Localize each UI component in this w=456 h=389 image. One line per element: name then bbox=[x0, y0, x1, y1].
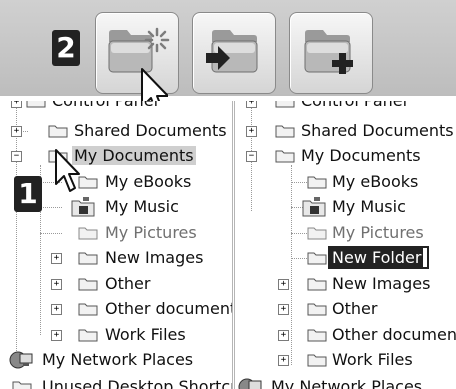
toolbar: 2 bbox=[0, 0, 456, 115]
folder-icon bbox=[78, 278, 98, 291]
folder-icon bbox=[307, 278, 327, 291]
folder-arrow-icon bbox=[206, 30, 258, 73]
folder-icon bbox=[307, 176, 327, 189]
folder-icon bbox=[307, 227, 327, 240]
move-to-folder-button[interactable] bbox=[192, 12, 276, 94]
folder-icon bbox=[78, 227, 98, 240]
network-places-icon bbox=[9, 351, 33, 369]
folder-icon bbox=[307, 329, 327, 342]
add-folder-button[interactable] bbox=[289, 12, 373, 94]
rename-input[interactable]: New Folder bbox=[328, 246, 430, 269]
right-folder-tree: + Control Panel + Shared Documents − My … bbox=[234, 101, 456, 389]
folder-icon bbox=[48, 125, 68, 138]
step-2-badge: 2 bbox=[52, 30, 80, 66]
open-folder-icon bbox=[275, 150, 295, 163]
step-1-badge: 1 bbox=[14, 176, 42, 212]
music-folder-icon bbox=[302, 197, 326, 217]
folder-icon bbox=[78, 176, 98, 189]
folder-icon bbox=[275, 125, 295, 138]
folder-plus-icon bbox=[304, 30, 353, 74]
folder-icon bbox=[78, 303, 98, 316]
folder-icon bbox=[78, 252, 98, 265]
mouse-cursor-icon bbox=[55, 149, 80, 192]
network-places-icon bbox=[238, 378, 262, 389]
folder-icon bbox=[307, 303, 327, 316]
folder-icon bbox=[78, 329, 98, 342]
folder-icon bbox=[307, 252, 327, 265]
left-folder-tree: + Control Panel + Shared Documents − My … bbox=[8, 101, 233, 389]
folder-icon bbox=[12, 381, 32, 389]
folder-icon bbox=[307, 354, 327, 367]
music-folder-icon bbox=[71, 197, 95, 217]
